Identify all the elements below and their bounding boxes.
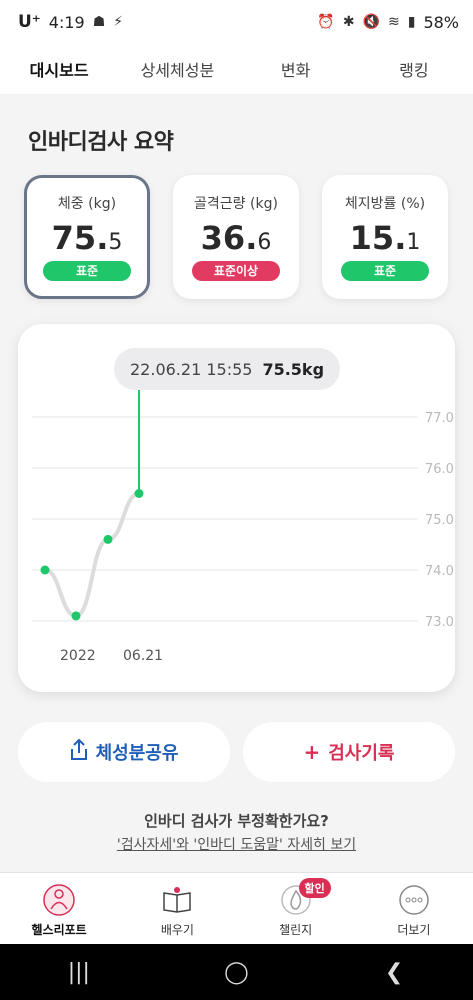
time-label: 4:19 xyxy=(48,12,85,32)
nav-label: 챌린지 xyxy=(279,923,313,937)
plus-icon: + xyxy=(303,740,321,764)
nav-label: 헬스리포트 xyxy=(31,923,87,937)
notification-icon: ☗ xyxy=(92,14,106,30)
help-link-container: '검사자세'와 '인바디 도움말' 자세히 보기 xyxy=(0,834,473,854)
card-value: 15.1 xyxy=(349,219,421,257)
wifi-icon: ≋ xyxy=(387,14,400,30)
back-icon[interactable]: ❮ xyxy=(364,960,424,985)
signal-icon: ▮ xyxy=(407,14,416,30)
card-value: 75.5 xyxy=(51,219,123,257)
data-point xyxy=(71,611,81,621)
book-icon xyxy=(160,883,194,917)
tab-ranking[interactable]: 랭킹 xyxy=(355,57,473,81)
data-point xyxy=(40,565,50,575)
y-tick-label: 76.0 xyxy=(425,462,454,477)
nav-health-report[interactable]: 헬스리포트 xyxy=(0,873,118,944)
chart-tooltip: 22.06.21 15:55 75.5kg xyxy=(114,348,341,390)
tab-changes[interactable]: 변화 xyxy=(237,57,355,81)
record-label: 검사기록 xyxy=(328,743,395,764)
nav-label: 더보기 xyxy=(397,923,431,937)
data-saver-icon: ⚡ xyxy=(113,14,124,30)
system-nav-bar: ||| ◯ ❮ xyxy=(0,944,473,1000)
share-label: 체성분공유 xyxy=(95,743,179,764)
carrier-label: U⁺ xyxy=(18,12,41,32)
share-icon xyxy=(70,738,88,766)
nav-challenge[interactable]: 할인 챌린지 xyxy=(237,873,355,944)
y-tick-label: 77.0 xyxy=(425,411,454,426)
card-label: 골격근량 (kg) xyxy=(194,196,278,212)
y-tick-label: 75.0 xyxy=(425,513,454,528)
status-badge: 표준 xyxy=(341,261,429,281)
body-fat-card[interactable]: 체지방률 (%) 15.1 표준 xyxy=(322,175,448,299)
sale-badge: 할인 xyxy=(298,878,331,898)
tooltip-date: 22.06.21 15:55 xyxy=(130,359,253,379)
series-line xyxy=(43,491,141,618)
section-title: 인바디검사 요약 xyxy=(28,130,174,155)
x-tick-label: 06.21 xyxy=(123,648,163,664)
share-body-composition-button[interactable]: 체성분공유 xyxy=(18,722,230,782)
alarm-icon: ⏰ xyxy=(317,14,335,30)
tooltip-value: 75.5kg xyxy=(262,359,325,379)
status-badge: 표준이상 xyxy=(192,261,280,281)
bottom-nav: 헬스리포트 배우기 할인 챌린지 더보기 xyxy=(0,872,473,944)
health-report-icon xyxy=(42,883,76,917)
data-point xyxy=(103,534,113,544)
card-label: 체중 (kg) xyxy=(57,196,117,212)
y-tick-label: 74.0 xyxy=(425,564,454,579)
nav-learn[interactable]: 배우기 xyxy=(118,873,236,944)
test-record-button[interactable]: + 검사기록 xyxy=(243,722,455,782)
card-value: 36.6 xyxy=(200,219,272,257)
y-tick-label: 73.0 xyxy=(425,615,454,630)
x-tick-label: 2022 xyxy=(60,648,96,664)
recent-apps-icon[interactable]: ||| xyxy=(49,960,109,985)
weight-chart[interactable]: 77.0 76.0 75.0 74.0 73.0 2022 06.21 22.06.21 1… xyxy=(18,324,455,692)
top-tabs: 대시보드 상세체성분 변화 랭킹 xyxy=(0,44,473,94)
nav-label: 배우기 xyxy=(160,923,194,937)
bluetooth-icon: ✱ xyxy=(342,14,355,30)
battery-label: 58% xyxy=(423,12,459,32)
card-label: 체지방률 (%) xyxy=(344,196,426,212)
nav-more[interactable]: 더보기 xyxy=(355,873,473,944)
home-icon[interactable]: ◯ xyxy=(206,960,266,985)
muscle-card[interactable]: 골격근량 (kg) 36.6 표준이상 xyxy=(173,175,299,299)
more-icon xyxy=(397,883,431,917)
tab-dashboard[interactable]: 대시보드 xyxy=(0,57,118,81)
mute-icon: 🔇 xyxy=(362,14,380,30)
status-bar: U⁺ 4:19 ☗ ⚡ ⏰ ✱ 🔇 ≋ ▮ 58% xyxy=(0,0,473,44)
inaccuracy-question: 인바디 검사가 부정확한가요? xyxy=(144,812,329,830)
tab-body-composition[interactable]: 상세체성분 xyxy=(118,57,236,81)
help-link[interactable]: '검사자세'와 '인바디 도움말' 자세히 보기 xyxy=(117,837,356,853)
status-badge: 표준 xyxy=(43,261,131,281)
weight-card[interactable]: 체중 (kg) 75.5 표준 xyxy=(24,175,150,299)
data-point xyxy=(134,489,144,498)
